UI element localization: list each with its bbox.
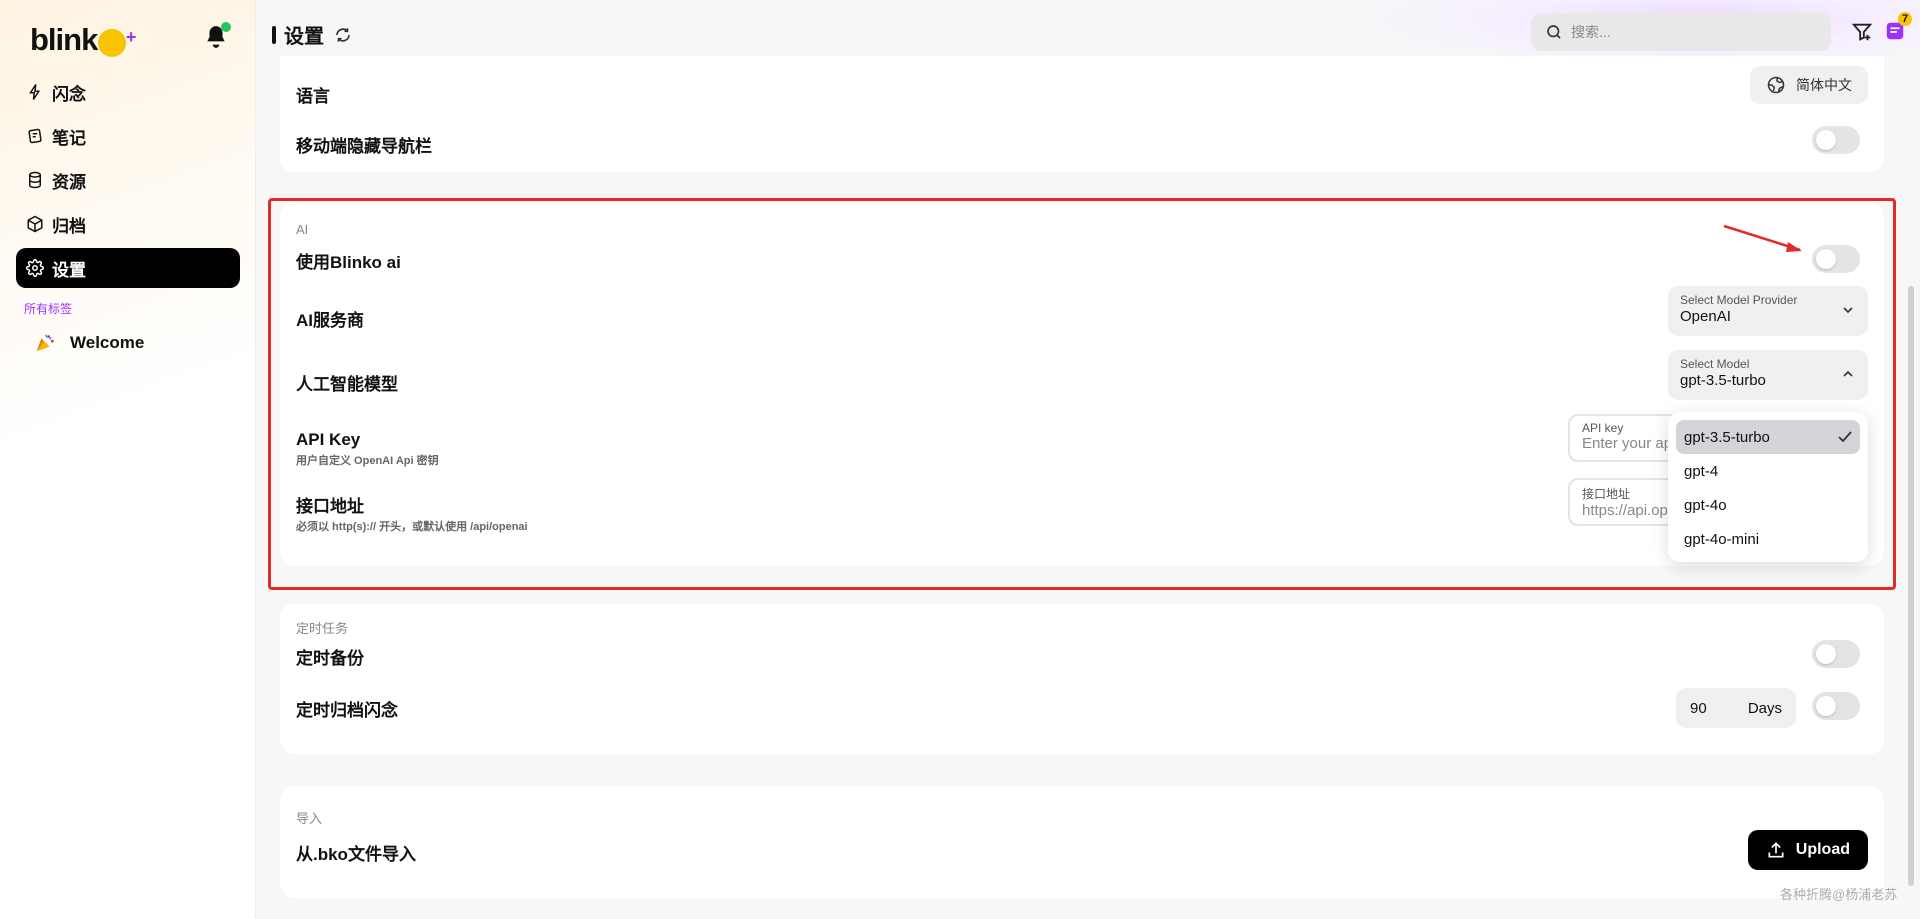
model-option-label: gpt-4o: [1684, 496, 1727, 514]
ai-provider-label: AI服务商: [296, 311, 364, 330]
use-blinko-ai-toggle[interactable]: [1812, 245, 1860, 273]
model-option[interactable]: gpt-4: [1676, 454, 1860, 488]
backup-label: 定时备份: [296, 649, 364, 668]
bell-icon[interactable]: [203, 22, 231, 52]
scheduled-tasks-card: 定时任务 定时备份 定时归档闪念 90 Days: [280, 604, 1884, 754]
days-value: 90: [1690, 699, 1707, 717]
notification-dot: [221, 22, 231, 32]
search-icon: [1547, 25, 1561, 39]
import-section-label: 导入: [296, 811, 323, 826]
watermark: 各种折腾@杨浦老苏: [1780, 887, 1898, 902]
sidebar-nav: 闪念 笔记 资源 归档 设置: [16, 72, 240, 292]
days-unit: Days: [1747, 699, 1782, 717]
check-icon: [1838, 431, 1852, 443]
globe-icon: [1767, 76, 1785, 94]
archive-flash-label: 定时归档闪念: [296, 701, 398, 720]
upload-button[interactable]: Upload: [1747, 830, 1868, 870]
select-caption: Select Model Provider: [1680, 293, 1798, 307]
ai-settings-card: AI 使用Blinko ai AI服务商 Select Model Provid…: [280, 202, 1884, 566]
flash-icon: [29, 84, 41, 100]
sidebar-item-label: 笔记: [52, 128, 86, 148]
select-value: gpt-3.5-turbo: [1680, 372, 1766, 389]
import-bko-label: 从.bko文件导入: [296, 845, 416, 864]
sidebar-item-label: 闪念: [52, 84, 86, 104]
filter-icon[interactable]: [1851, 21, 1873, 43]
logo-plus: +: [125, 27, 136, 47]
backup-toggle[interactable]: [1812, 640, 1860, 668]
model-option[interactable]: gpt-4o-mini: [1676, 522, 1860, 556]
select-caption: Select Model: [1680, 357, 1750, 371]
notes-icon: [28, 128, 42, 144]
refresh-icon[interactable]: [334, 26, 352, 44]
language-value: 简体中文: [1796, 77, 1852, 93]
chevron-up-icon: [1843, 370, 1853, 377]
model-option[interactable]: gpt-4o: [1676, 488, 1860, 522]
tag-item-welcome[interactable]: Welcome: [34, 332, 144, 354]
archive-days-input[interactable]: 90 Days: [1676, 688, 1796, 728]
sidebar-item-label: 设置: [52, 260, 86, 280]
model-option-label: gpt-4o-mini: [1684, 530, 1760, 548]
notes-badge: 7: [1898, 12, 1912, 26]
model-option-label: gpt-3.5-turbo: [1684, 428, 1770, 446]
page-title-text: 设置: [284, 26, 324, 48]
title-bar: [272, 25, 276, 44]
blinko-logo[interactable]: blink o+: [30, 20, 136, 60]
sidebar-item-archive[interactable]: 归档: [16, 204, 240, 244]
upload-icon: [1768, 842, 1784, 858]
database-icon: [29, 171, 41, 189]
sidebar-item-flash[interactable]: 闪念: [16, 72, 240, 112]
archive-box-icon: [27, 215, 43, 233]
endpoint-description: 必须以 http(s):// 开头，或默认使用 /api/openai: [296, 521, 528, 533]
tag-label: Welcome: [70, 333, 145, 352]
endpoint-label: 接口地址: [296, 497, 364, 516]
search-input[interactable]: [1571, 24, 1811, 40]
language-button[interactable]: 简体中文: [1750, 66, 1868, 104]
sidebar: blink o+ 闪念 笔记 资源 归档 设置 所有标签 Welcome: [0, 0, 256, 919]
api-key-description: 用户自定义 OpenAI Api 密钥: [296, 455, 439, 467]
gear-icon: [26, 259, 44, 277]
tasks-section-label: 定时任务: [296, 621, 349, 636]
hide-mobile-nav-toggle[interactable]: [1812, 126, 1860, 154]
import-card: 导入 从.bko文件导入 Upload: [280, 786, 1884, 898]
ai-model-label: 人工智能模型: [296, 375, 398, 394]
ai-section-label: AI: [296, 222, 309, 237]
sidebar-item-notes[interactable]: 笔记: [16, 116, 240, 156]
use-blinko-ai-label: 使用Blinko ai: [296, 253, 401, 272]
archive-flash-toggle[interactable]: [1812, 692, 1860, 720]
sidebar-item-settings[interactable]: 设置: [16, 248, 240, 288]
sidebar-item-label: 资源: [52, 172, 86, 192]
notes-button[interactable]: 7: [1884, 12, 1912, 42]
select-value: OpenAI: [1680, 308, 1731, 325]
chevron-down-icon: [1843, 307, 1853, 314]
api-key-label: API Key: [296, 430, 361, 449]
logo-text: blink: [30, 22, 98, 57]
model-provider-select[interactable]: Select Model Provider OpenAI: [1668, 286, 1868, 336]
upload-label: Upload: [1795, 841, 1850, 858]
page-title: 设置: [272, 20, 352, 49]
model-option-label: gpt-4: [1684, 462, 1719, 480]
language-label: 语言: [296, 87, 330, 106]
party-popper-icon: [36, 334, 54, 352]
sidebar-item-label: 归档: [52, 216, 86, 236]
model-select[interactable]: Select Model gpt-3.5-turbo: [1668, 350, 1868, 400]
general-settings-card: 语言 简体中文 移动端隐藏导航栏: [280, 56, 1884, 172]
model-dropdown: gpt-3.5-turbo gpt-4 gpt-4o gpt-4o-mini: [1668, 412, 1868, 562]
search-box[interactable]: [1531, 13, 1831, 51]
tags-heading: 所有标签: [24, 302, 73, 316]
hide-mobile-nav-label: 移动端隐藏导航栏: [296, 137, 432, 156]
scrollbar[interactable]: [1908, 286, 1914, 886]
logo-o: o+: [98, 27, 136, 57]
annotation-arrow-icon: [1723, 224, 1802, 252]
sidebar-item-resources[interactable]: 资源: [16, 160, 240, 200]
model-option[interactable]: gpt-3.5-turbo: [1676, 420, 1860, 454]
